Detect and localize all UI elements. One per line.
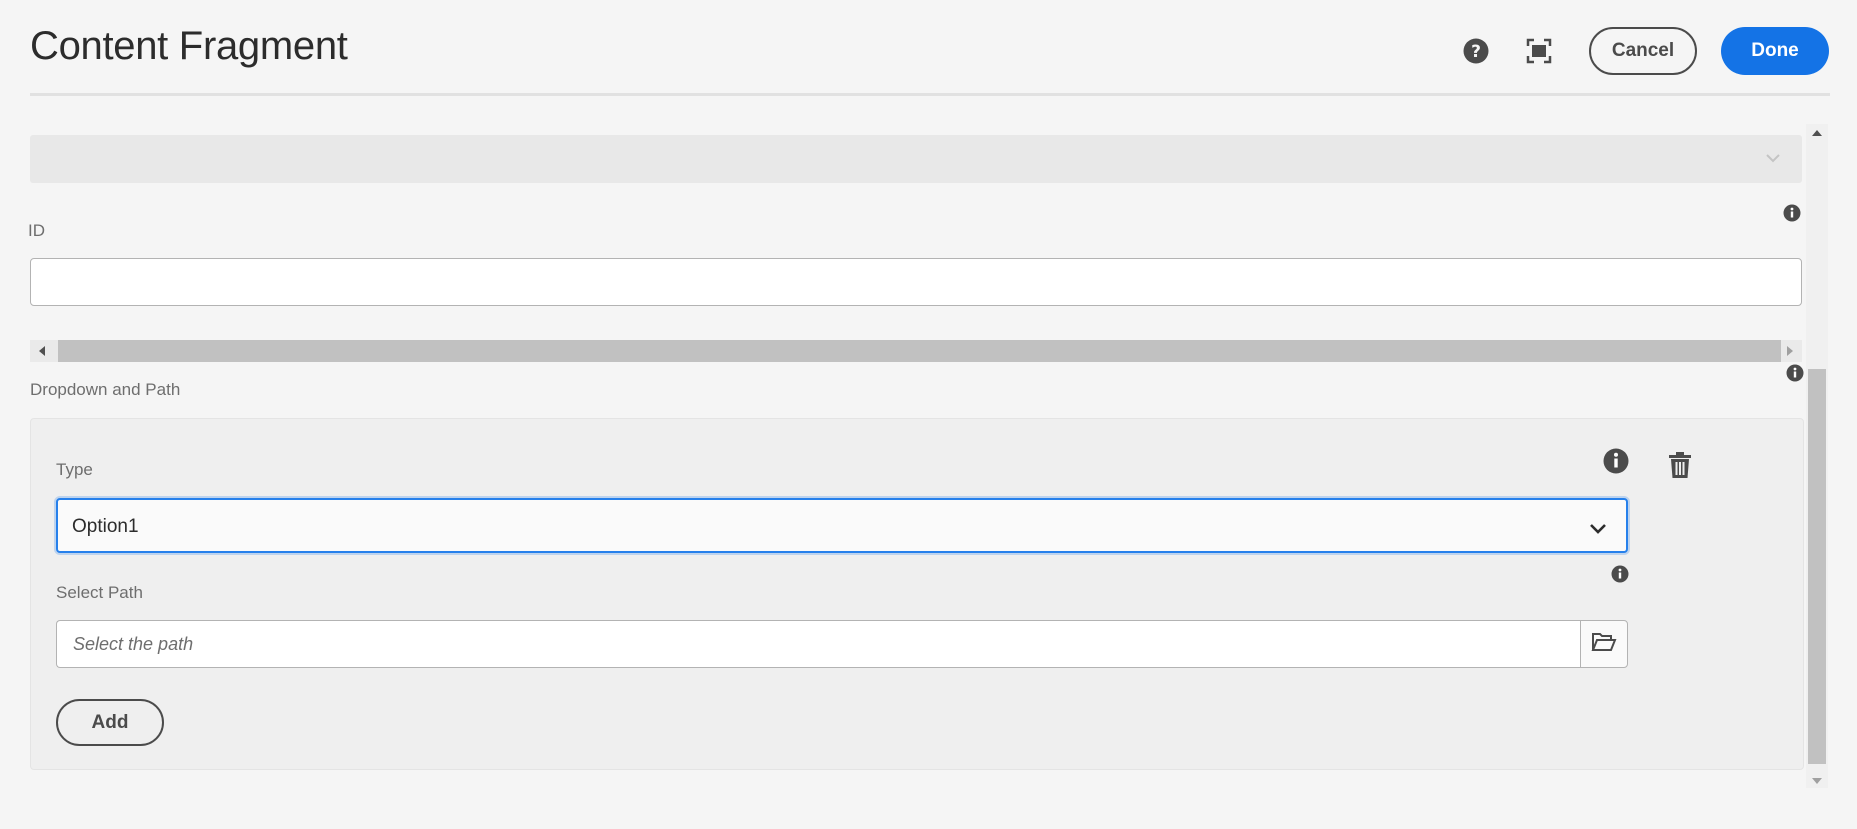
done-button[interactable]: Done (1721, 27, 1829, 75)
svg-text:?: ? (1471, 42, 1481, 62)
fullscreen-icon[interactable] (1523, 35, 1555, 67)
add-button[interactable]: Add (56, 699, 164, 746)
chevron-down-icon (1588, 518, 1608, 543)
vertical-scrollbar[interactable] (1806, 124, 1828, 788)
chevron-down-icon (1764, 149, 1782, 172)
horizontal-scroll-thumb[interactable] (58, 340, 1781, 362)
id-input[interactable] (30, 258, 1802, 306)
vertical-scroll-thumb[interactable] (1808, 369, 1826, 764)
header-divider (30, 93, 1830, 96)
collapsed-dropdown[interactable] (30, 135, 1802, 183)
id-label: ID (28, 221, 45, 240)
type-select[interactable]: Option1 (56, 498, 1628, 553)
scroll-up-icon[interactable] (1812, 130, 1822, 136)
info-icon[interactable] (1786, 364, 1804, 382)
info-icon[interactable] (1603, 448, 1629, 474)
trash-icon[interactable] (1668, 451, 1694, 479)
scroll-right-icon[interactable] (1787, 346, 1793, 356)
dialog-header: Content Fragment ? Cancel Done (0, 0, 1857, 96)
folder-open-icon (1591, 631, 1617, 658)
cancel-button[interactable]: Cancel (1589, 27, 1697, 75)
scroll-left-icon[interactable] (39, 346, 45, 356)
multifield-container (30, 418, 1804, 770)
info-icon[interactable] (1611, 565, 1629, 583)
type-label: Type (56, 460, 93, 479)
horizontal-scrollbar[interactable] (30, 340, 1802, 362)
path-input[interactable] (56, 620, 1581, 668)
help-icon[interactable]: ? (1460, 35, 1492, 67)
scroll-down-icon[interactable] (1812, 778, 1822, 784)
type-select-value: Option1 (72, 516, 139, 537)
multifield-label: Dropdown and Path (30, 380, 181, 399)
browse-button[interactable] (1580, 620, 1628, 668)
path-label: Select Path (56, 583, 143, 602)
info-icon[interactable] (1783, 204, 1801, 222)
page-title: Content Fragment (30, 24, 348, 68)
